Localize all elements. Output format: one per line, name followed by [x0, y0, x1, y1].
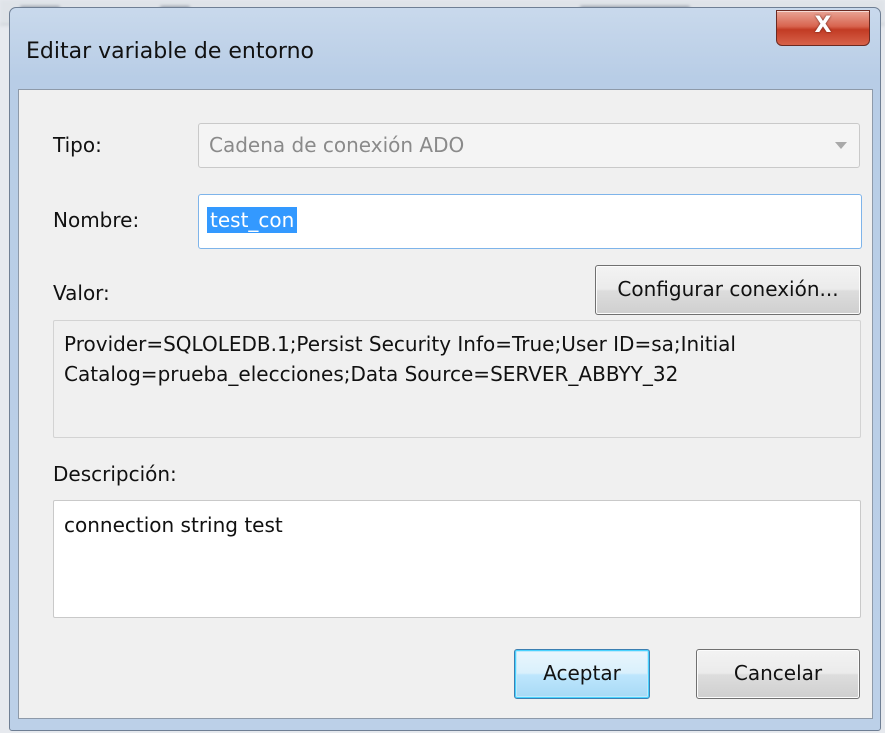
- chevron-down-icon: [835, 142, 847, 149]
- nombre-input[interactable]: test_con: [198, 194, 862, 249]
- valor-text-line: Provider=SQLOLEDB.1;Persist Security Inf…: [64, 332, 736, 356]
- descripcion-label: Descripción:: [53, 462, 177, 486]
- descripcion-textarea[interactable]: connection string test: [53, 500, 861, 618]
- tipo-dropdown-value: Cadena de conexión ADO: [209, 133, 465, 157]
- edit-variable-dialog: Editar variable de entorno X Tipo: Caden…: [9, 7, 881, 731]
- valor-text: Provider=SQLOLEDB.1;Persist Security Inf…: [64, 329, 852, 389]
- descripcion-value: connection string test: [64, 513, 283, 537]
- valor-textbox[interactable]: Provider=SQLOLEDB.1;Persist Security Inf…: [53, 320, 861, 438]
- dialog-client-area: Tipo: Cadena de conexión ADO Nombre: tes…: [18, 89, 873, 719]
- cancelar-button[interactable]: Cancelar: [696, 649, 860, 699]
- close-button[interactable]: X: [776, 10, 870, 46]
- tipo-dropdown[interactable]: Cadena de conexión ADO: [198, 123, 860, 168]
- close-icon: X: [814, 13, 832, 38]
- title-bar[interactable]: Editar variable de entorno X: [10, 8, 880, 88]
- nombre-input-value: test_con: [207, 207, 298, 233]
- dialog-title: Editar variable de entorno: [26, 39, 314, 64]
- tipo-label: Tipo:: [53, 133, 102, 157]
- nombre-label: Nombre:: [53, 208, 140, 232]
- valor-label: Valor:: [53, 281, 110, 305]
- aceptar-button[interactable]: Aceptar: [514, 649, 650, 699]
- configurar-conexion-button[interactable]: Configurar conexión...: [595, 265, 861, 315]
- valor-text-line: Catalog=prueba_elecciones;Data Source=SE…: [64, 362, 679, 386]
